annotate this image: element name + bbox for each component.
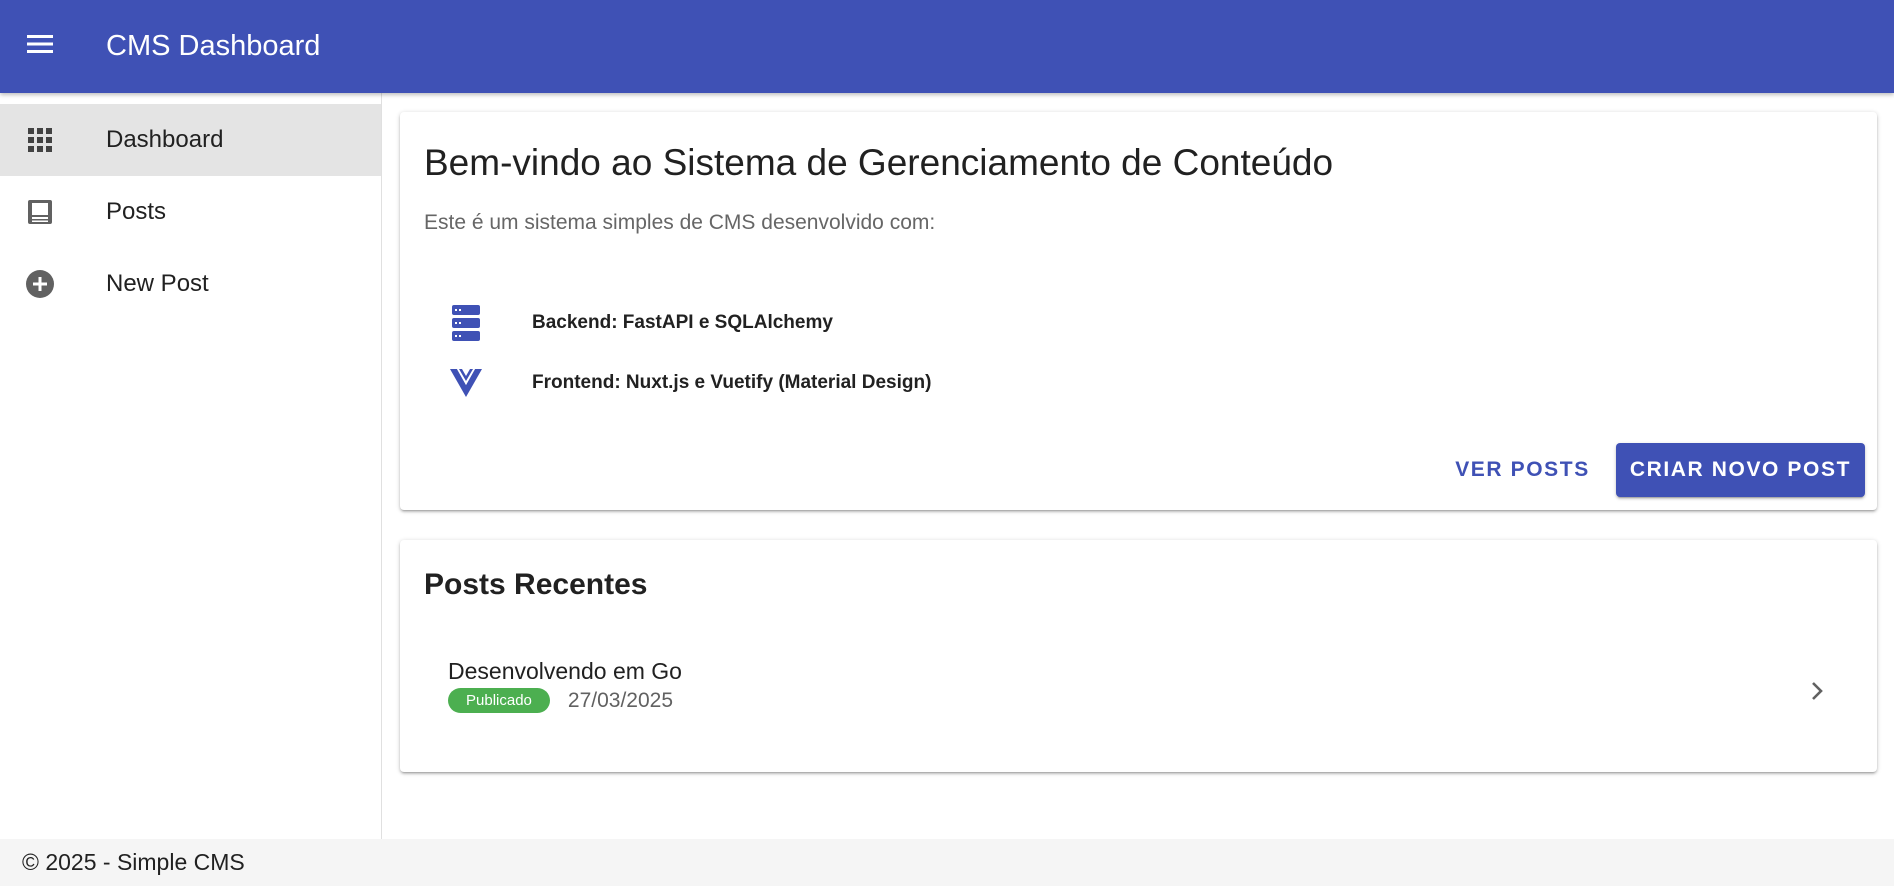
status-badge: Publicado: [448, 688, 550, 713]
welcome-actions: VER POSTS CRIAR NOVO POST: [1439, 443, 1865, 497]
menu-button[interactable]: [0, 0, 80, 93]
app-bar: CMS Dashboard: [0, 0, 1894, 93]
welcome-title: Bem-vindo ao Sistema de Gerenciamento de…: [424, 142, 1334, 183]
sidebar-item-label: Dashboard: [106, 126, 224, 153]
list-item[interactable]: Desenvolvendo em Go Publicado 27/03/2025: [400, 650, 1877, 732]
sidebar: Dashboard Posts New Post: [0, 93, 382, 839]
view-posts-button[interactable]: VER POSTS: [1439, 443, 1606, 497]
main-content: Bem-vindo ao Sistema de Gerenciamento de…: [383, 93, 1894, 839]
sidebar-item-label: Posts: [106, 198, 167, 225]
welcome-subtitle: Este é um sistema simples de CMS desenvo…: [424, 211, 936, 234]
recent-posts-title: Posts Recentes: [424, 568, 648, 601]
post-meta: Publicado 27/03/2025: [448, 688, 673, 713]
apps-grid-icon: [0, 126, 80, 154]
welcome-card: Bem-vindo ao Sistema de Gerenciamento de…: [400, 112, 1877, 510]
sidebar-item-new-post[interactable]: New Post: [0, 248, 381, 320]
sidebar-item-label: New Post: [106, 270, 209, 297]
sidebar-item-posts[interactable]: Posts: [0, 176, 381, 248]
recent-posts-card: Posts Recentes Desenvolvendo em Go Publi…: [400, 540, 1877, 772]
tech-label: Backend: FastAPI e SQLAlchemy: [532, 312, 833, 333]
post-title: Desenvolvendo em Go: [448, 658, 682, 684]
vuejs-icon: [424, 369, 508, 397]
tech-label: Frontend: Nuxt.js e Vuetify (Material De…: [532, 372, 932, 393]
tech-item-backend: Backend: FastAPI e SQLAlchemy: [424, 299, 833, 347]
plus-circle-icon: [0, 269, 80, 299]
create-post-button[interactable]: CRIAR NOVO POST: [1615, 443, 1865, 497]
chevron-right-icon: [1807, 680, 1827, 707]
server-icon: [424, 305, 508, 341]
footer: © 2025 - Simple CMS: [0, 839, 1894, 886]
tech-item-frontend: Frontend: Nuxt.js e Vuetify (Material De…: [424, 359, 931, 407]
footer-text: © 2025 - Simple CMS: [22, 849, 245, 875]
post-icon: [0, 198, 80, 226]
app-title: CMS Dashboard: [106, 30, 321, 62]
sidebar-item-dashboard[interactable]: Dashboard: [0, 104, 381, 176]
post-date: 27/03/2025: [567, 688, 673, 712]
menu-icon: [25, 32, 55, 61]
